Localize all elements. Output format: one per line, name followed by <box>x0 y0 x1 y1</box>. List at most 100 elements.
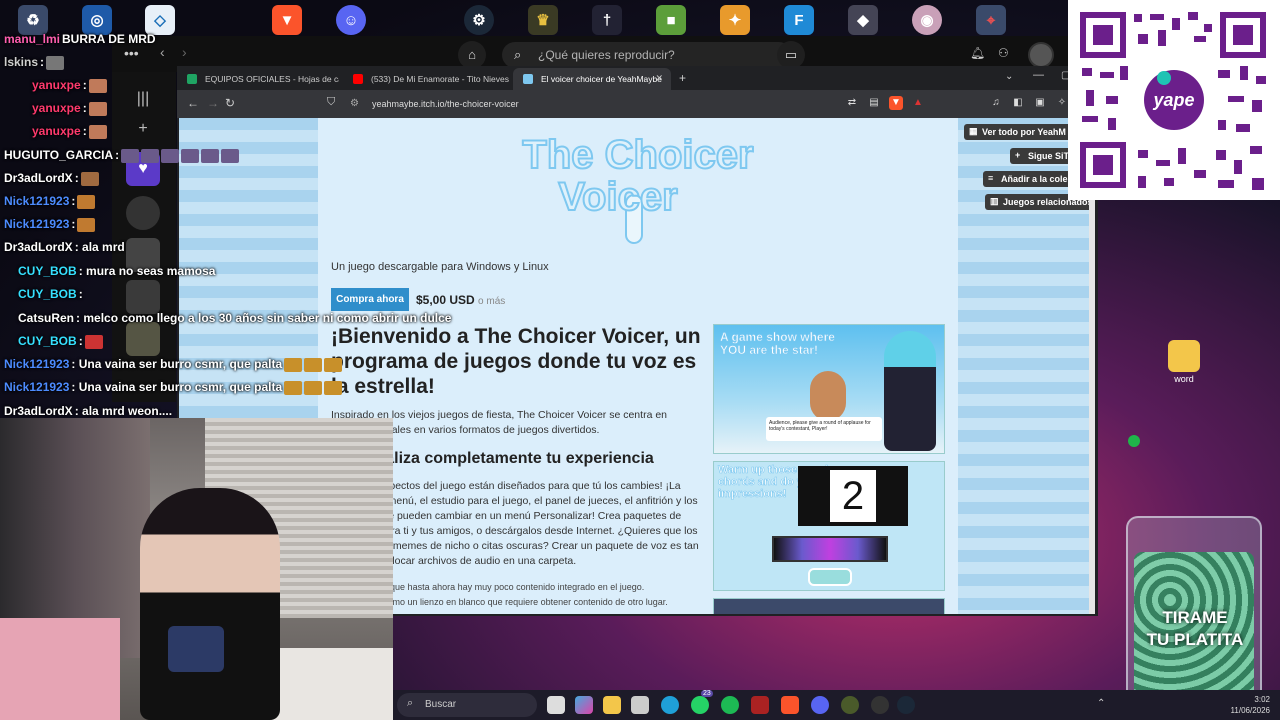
app-icon[interactable]: ◉ <box>912 5 942 35</box>
whatsapp-icon[interactable]: 23 <box>691 690 713 714</box>
view-all-label: Ver todo por YeahM <box>982 127 1066 137</box>
chat-text: : <box>78 287 83 301</box>
chat-message: CatsuRen: melco como llego a los 30 años… <box>18 311 451 325</box>
tab-itch[interactable]: El voicer choicer de YeahMaybe ✕ <box>513 68 671 90</box>
chat-username: yanuxpe <box>32 78 81 92</box>
emote <box>304 380 323 395</box>
stream-chat: manu_lmi BURRA DE MRD lskins: yanuxpe: ya… <box>0 30 480 425</box>
spotify-search-input[interactable]: ⌕ ¿Qué quieres reproducir? <box>502 42 792 68</box>
check-icon <box>1128 435 1140 447</box>
rewards-icon[interactable]: ▲ <box>911 96 925 110</box>
folder-icon <box>1168 340 1200 372</box>
emote <box>284 380 303 395</box>
minecraft-icon[interactable]: ■ <box>656 5 686 35</box>
screenshot-2[interactable]: Warm up those vocal chords and do your b… <box>713 461 945 591</box>
game-icon[interactable] <box>841 696 859 714</box>
browse-icon[interactable]: ▭ <box>777 41 805 69</box>
game-icon[interactable]: † <box>592 5 622 35</box>
emote <box>46 55 65 70</box>
game-icon[interactable]: ◆ <box>848 5 878 35</box>
tab-list-icon[interactable]: ⌄ <box>1005 71 1013 82</box>
chat-text: : <box>82 78 87 92</box>
chat-username: yanuxpe <box>32 124 81 138</box>
add-collection-label: Añadir a la cole <box>1001 174 1068 184</box>
store-icon[interactable] <box>631 696 649 714</box>
tray-chevron-icon[interactable]: ⌃ <box>1097 698 1105 709</box>
task-view-icon[interactable] <box>547 696 565 714</box>
dota-icon[interactable] <box>751 696 769 714</box>
minimize-icon[interactable]: — <box>1033 69 1044 81</box>
edge-icon[interactable] <box>661 696 679 714</box>
price-more: o más <box>478 296 506 307</box>
emote <box>77 194 96 209</box>
app-icon[interactable]: F <box>784 5 814 35</box>
clock[interactable]: 3:02 11/06/2026 <box>1231 694 1270 716</box>
chat-username: Dr3adLordX <box>4 404 73 418</box>
emote <box>121 148 140 163</box>
jar-text-line1: TIRAME <box>1162 608 1228 627</box>
chat-message: Dr3adLordX: <box>4 171 99 186</box>
search-icon: ⌕ <box>514 47 522 62</box>
counter-strike-icon[interactable]: ✦ <box>720 5 750 35</box>
phone <box>168 626 224 672</box>
emote <box>324 380 343 395</box>
chat-message: CUY_BOB: <box>18 287 83 301</box>
new-tab-icon[interactable]: + <box>679 71 686 85</box>
translate-icon[interactable]: ⇄ <box>845 96 859 110</box>
chat-text: : melco como llego a los 30 años sin sab… <box>76 311 452 325</box>
chat-username: Nick121923 <box>4 380 70 394</box>
yape-logo: yape <box>1152 90 1194 110</box>
screenshot-caption: A game show where YOU are the star! <box>720 330 836 357</box>
emote <box>304 357 323 372</box>
emote <box>77 217 96 232</box>
chat-message: Nick121923: Una vaina ser burro csmr, qu… <box>4 380 343 395</box>
dialog-box: Audience, please give a round of applaus… <box>766 417 882 441</box>
friends-icon[interactable]: ⚇ <box>998 46 1009 60</box>
chat-text: : Una vaina ser burro csmr, que palta <box>71 357 283 371</box>
leo-icon[interactable]: ✧ <box>1055 96 1069 110</box>
bell-icon[interactable]: 🔔︎ <box>970 46 985 60</box>
countdown-panel: 2 <box>798 466 908 526</box>
word-desktop-icon[interactable]: word <box>1154 340 1214 384</box>
chat-message: lskins: <box>4 55 65 70</box>
chat-username: Nick121923 <box>4 357 70 371</box>
maps-icon[interactable]: ⌖ <box>976 5 1006 35</box>
qr-code: yape <box>1080 12 1266 190</box>
steam-icon[interactable] <box>897 696 915 714</box>
taskbar-search-input[interactable]: ⌕ Buscar <box>397 693 537 717</box>
obs-icon[interactable] <box>871 696 889 714</box>
screenshot-1[interactable]: A game show where YOU are the star! Audi… <box>713 324 945 454</box>
word-icon-label: word <box>1174 374 1194 384</box>
host-character <box>884 331 936 451</box>
screenshot-3[interactable] <box>713 598 945 614</box>
chat-username: Dr3adLordX <box>4 240 73 254</box>
chat-text: : <box>115 148 120 162</box>
brave-icon[interactable] <box>781 696 799 714</box>
chat-text: : <box>78 334 83 348</box>
taskbar: ⌕ Buscar 23 ⌃ 3:02 11/06/2026 <box>393 690 1280 720</box>
reader-icon[interactable]: ▤ <box>867 96 881 110</box>
music-icon[interactable]: ♫ <box>989 96 1003 110</box>
emote <box>221 148 240 163</box>
follow-label: Sigue SiT <box>1028 151 1070 161</box>
file-explorer-icon[interactable] <box>603 696 621 714</box>
chat-username: CUY_BOB <box>18 264 77 278</box>
avatar[interactable] <box>1028 42 1054 68</box>
sidebar-icon[interactable]: ◧ <box>1011 96 1025 110</box>
podium <box>810 371 846 421</box>
wallet-icon[interactable]: ▣ <box>1033 96 1047 110</box>
emote <box>141 148 160 163</box>
game-icon[interactable]: ♛ <box>528 5 558 35</box>
chat-message: CUY_BOB: <box>18 334 103 349</box>
game-logo: The Choicer Voicer <box>521 132 755 244</box>
close-tab-icon[interactable]: ✕ <box>655 73 663 84</box>
emote <box>324 357 343 372</box>
spotify-icon[interactable] <box>721 696 739 714</box>
brave-shields-icon[interactable]: ▼ <box>889 96 903 110</box>
discord-icon[interactable] <box>811 696 829 714</box>
copilot-icon[interactable] <box>575 696 593 714</box>
chat-text: : <box>82 124 87 138</box>
chat-message: Nick121923: Una vaina ser burro csmr, qu… <box>4 357 343 372</box>
map-icon: ▥ <box>990 196 999 206</box>
jar-text-line2: TU PLATITA <box>1146 630 1244 649</box>
